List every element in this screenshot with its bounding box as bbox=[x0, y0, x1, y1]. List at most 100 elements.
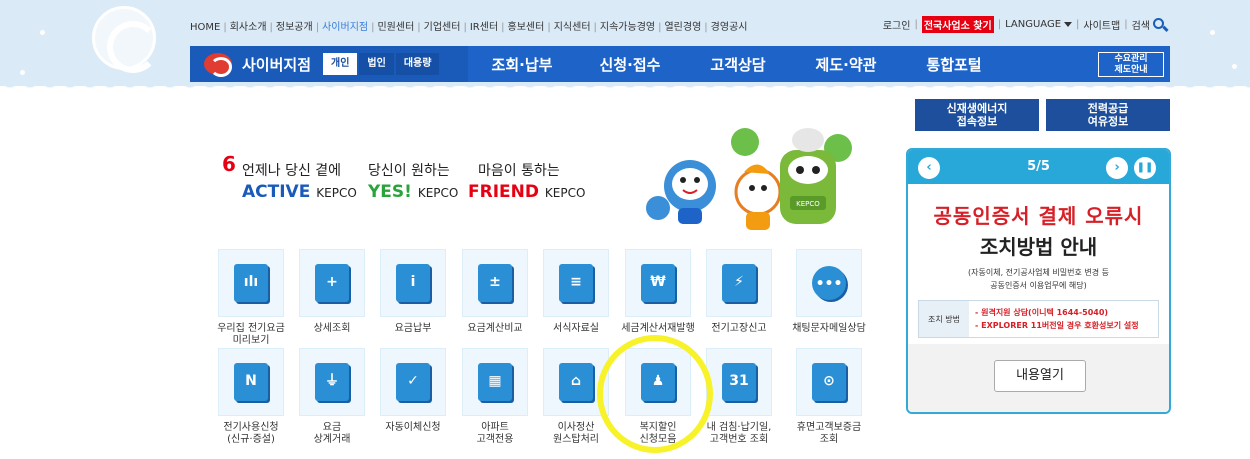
service-tile-label: 이사정산 원스탑처리 bbox=[535, 422, 617, 446]
next-slide-button[interactable]: › bbox=[1106, 157, 1128, 179]
service-tile[interactable]: ⏚ 요금 상계거래 bbox=[291, 348, 373, 446]
label-line1: 채팅문자메일상담 bbox=[792, 323, 866, 334]
renewable-line1: 신재생에너지 bbox=[946, 102, 1008, 115]
demand-line2: 제도안내 bbox=[1114, 65, 1148, 75]
segment-corporate[interactable]: 법인 bbox=[359, 53, 394, 75]
separator: | bbox=[593, 22, 597, 33]
util-nav-link[interactable]: 홍보센터 bbox=[508, 22, 545, 33]
notice-content: 공동인증서 결제 오류시 조치방법 안내 (자동이체, 전기공사업체 비밀번호 … bbox=[908, 184, 1169, 292]
util-nav-link[interactable]: 열린경영 bbox=[664, 22, 701, 33]
service-tile[interactable]: ••• 채팅문자메일상담 bbox=[788, 249, 870, 335]
separator: | bbox=[269, 22, 273, 33]
kepco-logo[interactable] bbox=[92, 6, 159, 73]
house-bill-icon: ılı bbox=[234, 264, 268, 302]
method-detail: - 원격지원 상담(이니텍 1644-5040) - EXPLORER 11버전… bbox=[969, 301, 1158, 337]
service-tile-label: 요금 상계거래 bbox=[291, 422, 373, 446]
tax-invoice-icon: ₩ bbox=[641, 264, 675, 302]
segment-personal[interactable]: 개인 bbox=[323, 53, 358, 75]
util-nav-link[interactable]: IR센터 bbox=[470, 22, 498, 33]
notice-title-red: 공동인증서 결제 오류시 bbox=[933, 204, 1144, 228]
util-nav-link[interactable]: 민원센터 bbox=[377, 22, 414, 33]
service-tile[interactable]: N 전기사용신청 (신규·증설) bbox=[210, 348, 292, 446]
icon-glyph: ılı bbox=[243, 274, 259, 290]
calculator-icon: ± bbox=[478, 264, 512, 302]
separator: | bbox=[223, 22, 227, 33]
nav-customer-counsel[interactable]: 고객상담 bbox=[684, 54, 792, 75]
method-line2: - EXPLORER 11버전일 경우 호환성보기 설정 bbox=[975, 321, 1139, 330]
search-button[interactable]: 검색 bbox=[1132, 17, 1164, 32]
calendar-icon: 31 bbox=[722, 363, 756, 401]
service-tile-box: ⊙ bbox=[796, 348, 862, 416]
icon-glyph: ₩ bbox=[650, 274, 666, 290]
slogan-mark: 6 bbox=[222, 152, 236, 176]
sitemap-link[interactable]: 사이트맵 bbox=[1083, 17, 1120, 32]
fault-report-icon: ⚡ bbox=[722, 264, 756, 302]
service-tile-box: ⏚ bbox=[299, 348, 365, 416]
notice-panel: ‹ 5/5 › ❚❚ 공동인증서 결제 오류시 조치방법 안내 (자동이체, 전… bbox=[906, 148, 1171, 414]
notice-sub2: 공동인증서 이용업무에 해당) bbox=[990, 281, 1087, 290]
detail-search-icon: + bbox=[315, 264, 349, 302]
nav-inquiry-payment[interactable]: 조회·납부 bbox=[468, 54, 576, 75]
separator: | bbox=[463, 22, 467, 33]
new-service-icon: N bbox=[234, 363, 268, 401]
language-label: LANGUAGE bbox=[1005, 19, 1062, 30]
service-tile[interactable]: ± 요금계산비교 bbox=[454, 249, 536, 335]
language-select[interactable]: LANGUAGE bbox=[1005, 19, 1073, 30]
label-line1: 서식자료실 bbox=[553, 323, 599, 334]
decor-dot bbox=[40, 30, 45, 35]
apartment-icon: ▦ bbox=[478, 363, 512, 401]
renewable-info-button[interactable]: 신재생에너지 접속정보 bbox=[915, 99, 1039, 131]
decor-dot bbox=[1210, 30, 1215, 35]
login-link[interactable]: 로그인 bbox=[883, 17, 911, 32]
util-nav-link[interactable]: 기업센터 bbox=[424, 22, 461, 33]
label-line2: 고객번호 조회 bbox=[709, 434, 769, 445]
icon-glyph: ⏚ bbox=[325, 373, 339, 389]
util-nav-link[interactable]: 경영공시 bbox=[711, 22, 748, 33]
service-tile-box: ± bbox=[462, 249, 528, 317]
service-tile[interactable]: + 상세조회 bbox=[291, 249, 373, 335]
notice-panel-header: ‹ 5/5 › ❚❚ bbox=[908, 150, 1169, 184]
util-nav-link[interactable]: 정보공개 bbox=[276, 22, 313, 33]
plug-icon: ⏚ bbox=[315, 363, 349, 401]
service-tile[interactable]: ✓ 자동이체신청 bbox=[372, 348, 454, 434]
segment-large-volume[interactable]: 대용량 bbox=[395, 53, 440, 75]
icon-glyph: i bbox=[410, 274, 416, 290]
separator: | bbox=[914, 19, 918, 30]
power-supply-info-button[interactable]: 전력공급 여유정보 bbox=[1046, 99, 1170, 131]
nav-application[interactable]: 신청·접수 bbox=[576, 54, 684, 75]
decor-dot bbox=[1232, 64, 1237, 69]
demand-management-button[interactable]: 수요관리 제도안내 bbox=[1098, 52, 1164, 77]
nav-integrated-portal[interactable]: 통합포털 bbox=[900, 54, 1008, 75]
icon-glyph: ••• bbox=[815, 276, 843, 292]
service-tile-label: 내 검침·납기일, 고객번호 조회 bbox=[698, 422, 780, 446]
find-office-link[interactable]: 전국사업소 찾기 bbox=[921, 16, 994, 33]
util-nav-link[interactable]: 사이버지점 bbox=[322, 22, 368, 33]
nav-policy-terms[interactable]: 제도·약관 bbox=[792, 54, 900, 75]
util-nav-link[interactable]: 지식센터 bbox=[554, 22, 591, 33]
label-line1: 내 검침·납기일, bbox=[706, 422, 772, 433]
open-content-button[interactable]: 내용열기 bbox=[994, 360, 1086, 392]
pause-slide-button[interactable]: ❚❚ bbox=[1134, 157, 1156, 179]
util-nav-link[interactable]: 회사소개 bbox=[230, 22, 267, 33]
supply-line2: 여유정보 bbox=[1087, 115, 1129, 128]
service-tile-box: ≡ bbox=[543, 249, 609, 317]
util-nav-link[interactable]: HOME bbox=[190, 22, 220, 33]
mascot-badge-text: KEPCO bbox=[796, 200, 820, 208]
util-nav-link[interactable]: 지속가능경영 bbox=[600, 22, 655, 33]
icon-glyph: N bbox=[245, 373, 257, 389]
service-tile[interactable]: i 요금납부 bbox=[372, 249, 454, 335]
service-tile[interactable]: ⊙ 휴면고객보증금 조회 bbox=[788, 348, 870, 446]
service-tile[interactable]: ılı 우리집 전기요금 미리보기 bbox=[210, 249, 292, 347]
service-tile[interactable]: ▦ 아파트 고객전용 bbox=[454, 348, 536, 446]
slogan-yes: 당신이 원하는 YES! KEPCO bbox=[368, 160, 458, 202]
service-tile[interactable]: ₩ 세금계산서재발행 bbox=[617, 249, 699, 335]
icon-glyph: + bbox=[326, 274, 338, 290]
notice-sub1: (자동이체, 전기공사업체 비밀번호 변경 등 bbox=[968, 268, 1109, 277]
service-tile[interactable]: ⚡ 전기고장신고 bbox=[698, 249, 780, 335]
slogan-active: 언제나 당신 곁에 ACTIVE KEPCO bbox=[242, 160, 357, 202]
highlight-circle bbox=[597, 335, 713, 453]
service-tile[interactable]: ≡ 서식자료실 bbox=[535, 249, 617, 335]
brand-title[interactable]: 사이버지점 bbox=[242, 54, 311, 75]
icon-glyph: 31 bbox=[729, 373, 749, 389]
separator: | bbox=[1124, 19, 1128, 30]
